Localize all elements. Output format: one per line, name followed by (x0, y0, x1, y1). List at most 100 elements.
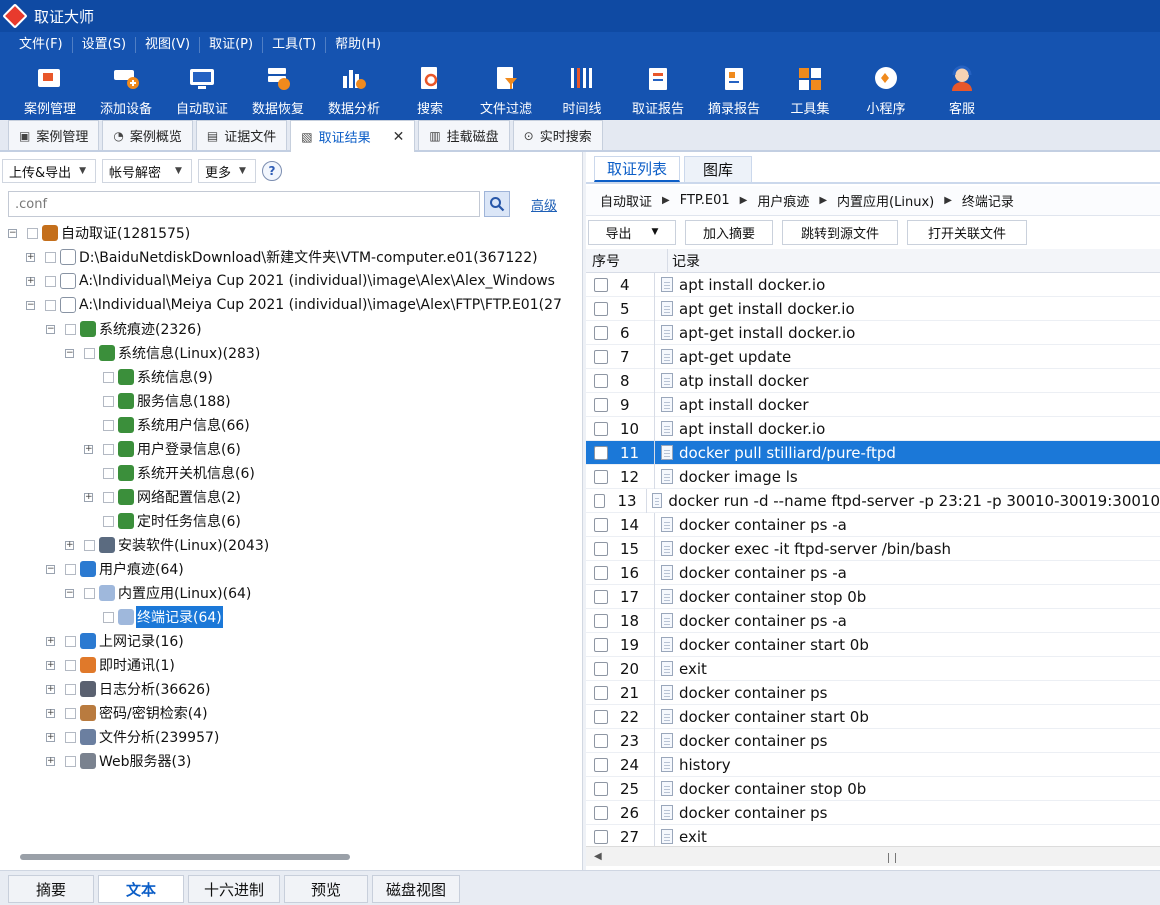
tree-node-checkbox[interactable] (65, 731, 76, 743)
toolbar-button-2[interactable]: 添加设备 (88, 58, 164, 120)
toolbar-button-6[interactable]: 搜索 (392, 58, 468, 120)
table-row[interactable]: 15 docker exec -it ftpd-server /bin/bash (586, 536, 1160, 561)
row-checkbox[interactable] (594, 613, 608, 628)
tree-node-checkbox[interactable] (103, 371, 114, 383)
scroll-left-icon[interactable]: ◀ (594, 851, 602, 862)
toolbar-button-7[interactable]: 文件过滤 (468, 58, 544, 120)
tree-node[interactable]: − 内置应用(Linux)(64) (65, 581, 252, 605)
menu-forensics[interactable]: 取证(P) (200, 37, 264, 53)
tree-node[interactable]: 系统信息(9) (84, 365, 214, 389)
row-checkbox[interactable] (594, 469, 608, 484)
table-row[interactable]: 25 docker container stop 0b (586, 776, 1160, 801)
tab-1[interactable]: ▣ 案例管理 (8, 120, 100, 150)
expand-icon[interactable]: + (26, 252, 35, 262)
table-row[interactable]: 11 docker pull stilliard/pure-ftpd (586, 440, 1160, 465)
toolbar-button-12[interactable]: 小程序 (848, 58, 924, 120)
toolbar-button-3[interactable]: 自动取证 (164, 58, 240, 120)
add-summary-button[interactable]: 加入摘要 (685, 219, 773, 245)
tree-node[interactable]: − A:\Individual\Meiya Cup 2021 (individua… (26, 293, 563, 317)
upload-export-dropdown[interactable]: 上传&导出 ▼ (2, 159, 96, 183)
table-row[interactable]: 8 atp install docker (586, 368, 1160, 393)
tree-node-checkbox[interactable] (84, 347, 95, 359)
tree-node-checkbox[interactable] (65, 323, 76, 335)
table-row[interactable]: 27 exit (586, 824, 1160, 846)
row-checkbox[interactable] (594, 349, 608, 364)
row-checkbox[interactable] (594, 589, 608, 604)
detail-tab-5[interactable]: 磁盘视图 (372, 875, 460, 903)
table-row[interactable]: 9 apt install docker (586, 392, 1160, 417)
tree-node[interactable]: 定时任务信息(6) (84, 509, 242, 533)
expand-icon[interactable]: + (46, 636, 55, 646)
tree-node-checkbox[interactable] (103, 611, 114, 623)
detail-tab-3[interactable]: 十六进制 (188, 875, 280, 903)
tree-node-checkbox[interactable] (65, 659, 76, 671)
table-horizontal-scrollbar[interactable]: ◀ (586, 846, 1160, 866)
row-checkbox[interactable] (594, 733, 608, 748)
tree-node-checkbox[interactable] (103, 491, 114, 503)
row-checkbox[interactable] (594, 829, 608, 844)
row-checkbox[interactable] (594, 517, 608, 532)
tree-node[interactable]: + 安装软件(Linux)(2043) (65, 533, 270, 557)
goto-source-file-button[interactable]: 跳转到源文件 (782, 219, 898, 245)
row-checkbox[interactable] (594, 421, 608, 436)
tree-node[interactable]: + D:\BaiduNetdiskDownload\新建文件夹\VTM-compu… (26, 245, 539, 269)
tree-node-checkbox[interactable] (65, 683, 76, 695)
tree-node-checkbox[interactable] (103, 395, 114, 407)
table-row[interactable]: 24 history (586, 752, 1160, 777)
expand-icon[interactable]: + (65, 540, 74, 550)
detail-tab-4[interactable]: 预览 (284, 875, 368, 903)
toolbar-button-9[interactable]: 取证报告 (620, 58, 696, 120)
tree-node-checkbox[interactable] (103, 467, 114, 479)
menu-settings[interactable]: 设置(S) (73, 37, 137, 53)
tree-node[interactable]: + 密码/密钥检索(4) (46, 701, 209, 725)
table-row[interactable]: 20 exit (586, 656, 1160, 681)
tree-node-checkbox[interactable] (103, 419, 114, 431)
row-checkbox[interactable] (594, 397, 608, 412)
row-checkbox[interactable] (594, 637, 608, 652)
toolbar-button-1[interactable]: 案例管理 (12, 58, 88, 120)
scroll-thumb-grip-icon[interactable] (888, 853, 896, 863)
tree-node-checkbox[interactable] (103, 515, 114, 527)
breadcrumb-item[interactable]: 内置应用(Linux) (837, 191, 934, 210)
advanced-search-link[interactable]: 高级 (531, 195, 557, 214)
toolbar-button-4[interactable]: 数据恢复 (240, 58, 316, 120)
row-checkbox[interactable] (594, 373, 608, 388)
row-checkbox[interactable] (594, 541, 608, 556)
row-checkbox[interactable] (594, 325, 608, 340)
tree-node-checkbox[interactable] (45, 251, 56, 263)
expand-icon[interactable]: + (46, 660, 55, 670)
row-checkbox[interactable] (594, 781, 608, 796)
expand-icon[interactable]: + (46, 708, 55, 718)
tree-search-input[interactable] (8, 191, 480, 217)
expand-icon[interactable]: + (46, 756, 55, 766)
breadcrumb-item[interactable]: FTP.E01 (680, 193, 730, 208)
more-dropdown[interactable]: 更多 ▼ (198, 159, 256, 183)
tree-node-checkbox[interactable] (45, 299, 56, 311)
tree-node-checkbox[interactable] (27, 227, 38, 239)
table-row[interactable]: 10 apt install docker.io (586, 416, 1160, 441)
table-row[interactable]: 6 apt-get install docker.io (586, 320, 1160, 345)
tab-5[interactable]: ▥ 挂载磁盘 (418, 120, 510, 150)
menu-view[interactable]: 视图(V) (136, 37, 201, 53)
tree-node-checkbox[interactable] (45, 275, 56, 287)
tree-node[interactable]: + 上网记录(16) (46, 629, 185, 653)
tree-node[interactable]: − 系统痕迹(2326) (46, 317, 203, 341)
expand-icon[interactable]: + (46, 684, 55, 694)
table-row[interactable]: 12 docker image ls (586, 464, 1160, 489)
tab-forensics-list[interactable]: 取证列表 (594, 156, 681, 182)
table-row[interactable]: 16 docker container ps -a (586, 560, 1160, 585)
tree-node-checkbox[interactable] (103, 443, 114, 455)
column-header-num[interactable]: 序号 (586, 249, 668, 272)
table-row[interactable]: 26 docker container ps (586, 800, 1160, 825)
open-related-file-button[interactable]: 打开关联文件 (907, 219, 1027, 245)
row-checkbox[interactable] (594, 277, 608, 292)
tree-node-checkbox[interactable] (65, 563, 76, 575)
table-row[interactable]: 19 docker container start 0b (586, 632, 1160, 657)
tree-horizontal-scrollbar[interactable] (20, 854, 350, 860)
row-checkbox[interactable] (594, 493, 606, 508)
tree-node[interactable]: 系统开关机信息(6) (84, 461, 256, 485)
toolbar-button-8[interactable]: 时间线 (544, 58, 620, 120)
tree-search-button[interactable] (484, 191, 510, 217)
row-checkbox[interactable] (594, 661, 608, 676)
row-checkbox[interactable] (594, 709, 608, 724)
